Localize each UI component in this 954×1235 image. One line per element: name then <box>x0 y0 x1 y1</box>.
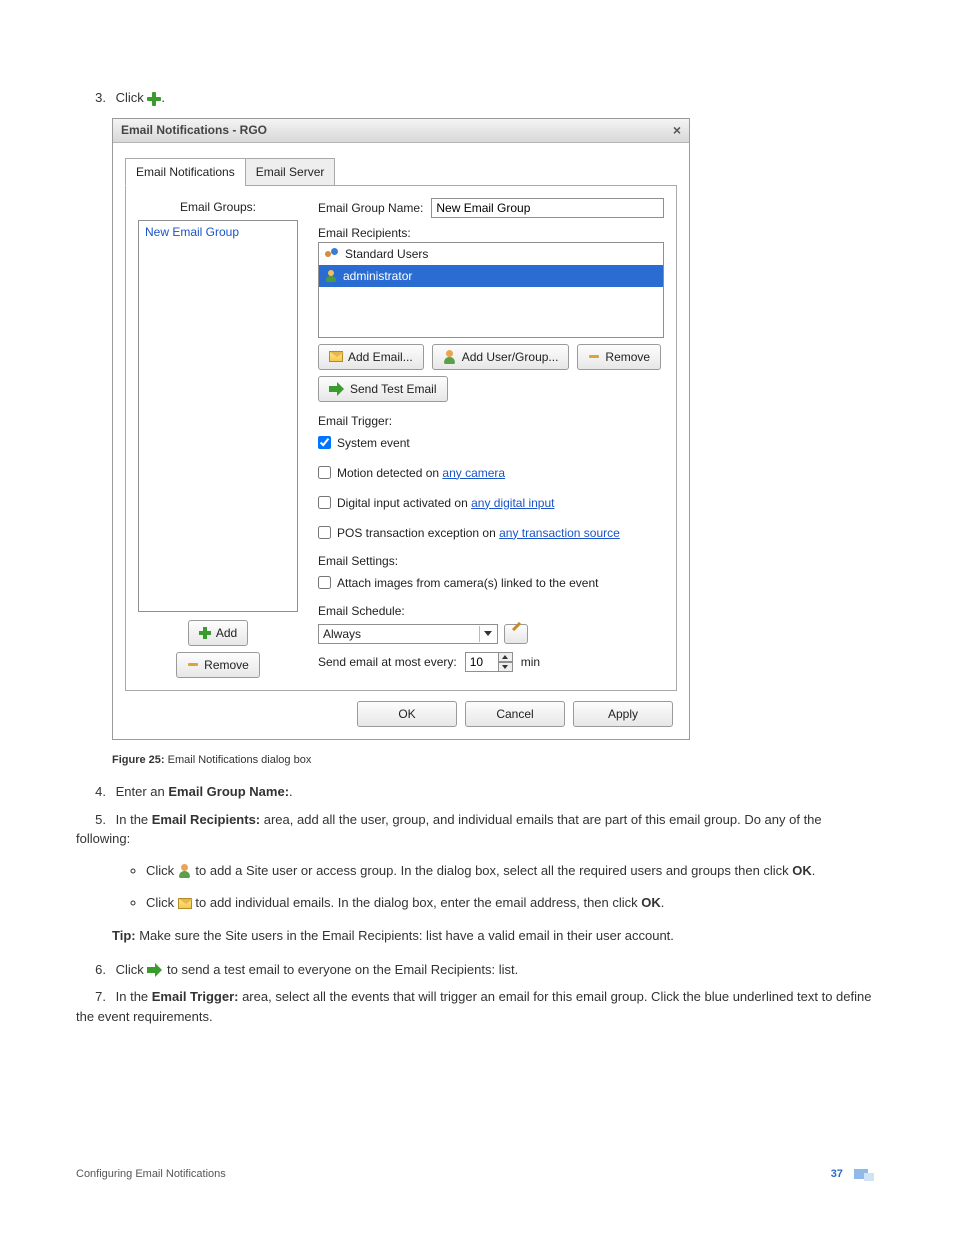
apply-button[interactable]: Apply <box>573 701 673 727</box>
envelope-icon <box>178 898 192 909</box>
tab-email-notifications[interactable]: Email Notifications <box>125 158 246 186</box>
send-every-input[interactable] <box>465 652 499 672</box>
page-footer: Configuring Email Notifications 37 <box>76 1167 878 1181</box>
footer-section: Configuring Email Notifications <box>76 1168 226 1180</box>
tab-email-server[interactable]: Email Server <box>245 158 336 186</box>
group-icon <box>325 248 339 260</box>
email-notifications-dialog: Email Notifications - RGO × Email Notifi… <box>112 118 690 740</box>
send-every-label: Send email at most every: <box>318 653 457 671</box>
send-test-email-button[interactable]: Send Test Email <box>318 376 448 402</box>
plus-icon <box>199 627 211 639</box>
add-email-button[interactable]: Add Email... <box>318 344 424 370</box>
dialog-figure: Email Notifications - RGO × Email Notifi… <box>112 118 878 740</box>
trigger-digital-input[interactable]: Digital input activated on any digital i… <box>318 494 664 512</box>
any-digital-input-link[interactable]: any digital input <box>471 496 554 510</box>
email-schedule-label: Email Schedule: <box>318 602 664 620</box>
recipient-item-administrator[interactable]: administrator <box>319 265 663 287</box>
figure-caption: Figure 25: Email Notifications dialog bo… <box>112 752 878 769</box>
minus-icon <box>187 659 199 671</box>
step-3-text-b: . <box>161 90 165 105</box>
spinner-up[interactable] <box>499 652 513 662</box>
chevron-down-icon <box>479 626 495 642</box>
step-3: 3. Click . Email Notifications - RGO × E… <box>76 88 878 768</box>
dialog-titlebar: Email Notifications - RGO × <box>113 119 689 143</box>
recipients-label: Email Recipients: <box>318 224 664 242</box>
arrow-icon <box>329 382 345 396</box>
send-every-unit: min <box>521 653 540 671</box>
envelope-icon <box>329 351 343 362</box>
step-7: 7. In the Email Trigger: area, select al… <box>76 987 878 1026</box>
step-3-text-a: Click <box>116 90 144 105</box>
group-name-label: Email Group Name: <box>318 199 423 217</box>
add-user-group-button[interactable]: Add User/Group... <box>432 344 570 370</box>
trigger-pos[interactable]: POS transaction exception on any transac… <box>318 524 664 542</box>
any-camera-link[interactable]: any camera <box>442 466 505 480</box>
email-groups-label: Email Groups: <box>138 198 298 216</box>
email-group-item[interactable]: New Email Group <box>139 221 297 243</box>
step-5-bullet-1: Click to add a Site user or access group… <box>146 861 878 882</box>
recipient-item-standard-users[interactable]: Standard Users <box>319 243 663 265</box>
step-6: 6. Click to send a test email to everyon… <box>76 960 878 980</box>
email-settings-label: Email Settings: <box>318 552 664 570</box>
step-5-tip: Tip: Make sure the Site users in the Ema… <box>112 926 878 946</box>
schedule-select[interactable]: Always <box>318 624 498 644</box>
add-group-button[interactable]: Add <box>188 620 248 646</box>
page-decoration-icon <box>854 1167 878 1181</box>
remove-recipient-button[interactable]: Remove <box>577 344 661 370</box>
group-name-input[interactable] <box>431 198 664 218</box>
minus-icon <box>588 351 600 363</box>
user-icon <box>325 270 337 282</box>
remove-group-button[interactable]: Remove <box>176 652 260 678</box>
trigger-motion[interactable]: Motion detected on any camera <box>318 464 664 482</box>
email-trigger-label: Email Trigger: <box>318 412 664 430</box>
recipients-list[interactable]: Standard Users administrator <box>318 242 664 338</box>
dialog-title: Email Notifications - RGO <box>121 121 267 139</box>
email-groups-list[interactable]: New Email Group <box>138 220 298 612</box>
send-every-spinner[interactable] <box>465 652 513 672</box>
step-5: 5. In the Email Recipients: area, add al… <box>76 810 878 946</box>
any-transaction-source-link[interactable]: any transaction source <box>499 526 620 540</box>
attach-images-checkbox[interactable]: Attach images from camera(s) linked to t… <box>318 574 664 592</box>
arrow-icon <box>147 963 163 977</box>
plus-icon <box>147 92 161 106</box>
step-5-bullet-2: Click to add individual emails. In the d… <box>146 893 878 914</box>
ok-button[interactable]: OK <box>357 701 457 727</box>
dialog-tabs: Email Notifications Email Server <box>125 157 677 185</box>
spinner-down[interactable] <box>499 662 513 672</box>
trigger-system-event[interactable]: System event <box>318 434 664 452</box>
cancel-button[interactable]: Cancel <box>465 701 565 727</box>
page-number: 37 <box>831 1168 843 1180</box>
pencil-icon <box>510 627 523 640</box>
user-icon <box>443 350 457 364</box>
user-icon <box>178 864 192 878</box>
edit-schedule-button[interactable] <box>504 624 528 644</box>
step-4: 4. Enter an Email Group Name:. <box>76 782 878 802</box>
close-icon[interactable]: × <box>673 120 681 141</box>
